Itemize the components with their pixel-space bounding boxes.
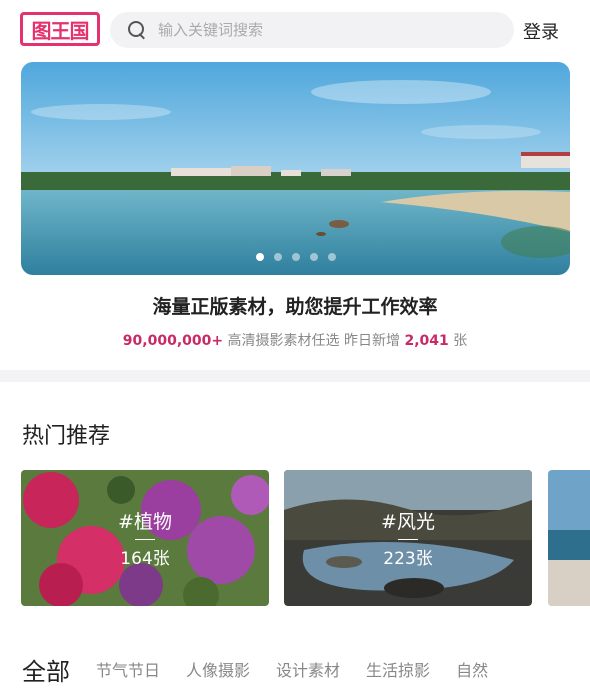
carousel-dot[interactable]: [273, 253, 282, 261]
section-title: 热门推荐: [22, 424, 111, 449]
card-plants[interactable]: #植物 164张: [21, 470, 269, 606]
login-link[interactable]: 登录: [523, 18, 559, 44]
card-overlay: #风光 223张: [284, 470, 532, 606]
card-scenery[interactable]: #风光 223张: [284, 470, 532, 606]
search-bar[interactable]: [110, 12, 514, 48]
stats-unit: 张: [448, 333, 468, 349]
section-divider: [0, 370, 590, 382]
card-tag: #风光: [381, 511, 435, 533]
new-count: 2,041: [404, 333, 449, 349]
banner-image: [21, 62, 570, 275]
banner-carousel[interactable]: [21, 62, 570, 275]
card-count: 164张: [120, 549, 170, 569]
carousel-dot[interactable]: [327, 253, 336, 261]
header: 图王国 登录: [0, 0, 590, 60]
tab-all[interactable]: 全部: [22, 652, 70, 686]
card-tag: #植物: [118, 511, 172, 533]
card-divider: [135, 539, 155, 540]
carousel-dot[interactable]: [255, 253, 264, 261]
card-divider: [398, 539, 418, 540]
card-count: 223张: [383, 549, 433, 569]
tab-portrait[interactable]: 人像摄影: [186, 657, 250, 681]
tab-nature[interactable]: 自然: [456, 657, 488, 681]
tab-design[interactable]: 设计素材: [276, 657, 340, 681]
logo[interactable]: 图王国: [20, 12, 100, 46]
carousel-dots: [21, 253, 570, 261]
stats-line: 90,000,000+ 高清摄影素材任选 昨日新增 2,041 张: [0, 330, 590, 350]
card-overlay: #植物 164张: [21, 470, 269, 606]
card-partial[interactable]: [548, 470, 590, 606]
hot-cards[interactable]: #植物 164张 #风光 223张: [21, 470, 590, 606]
category-tabs: 全部 节气节日 人像摄影 设计素材 生活掠影 自然: [22, 652, 590, 686]
search-input[interactable]: [158, 21, 488, 39]
carousel-dot[interactable]: [291, 253, 300, 261]
tab-festivals[interactable]: 节气节日: [96, 657, 160, 681]
slogan: 海量正版素材，助您提升工作效率: [152, 296, 438, 318]
tab-life[interactable]: 生活掠影: [366, 657, 430, 681]
search-icon: [126, 19, 148, 41]
partial-image: [548, 470, 590, 606]
carousel-dot[interactable]: [309, 253, 318, 261]
stats-text: 高清摄影素材任选 昨日新增: [223, 333, 405, 349]
total-count: 90,000,000+: [122, 333, 224, 349]
